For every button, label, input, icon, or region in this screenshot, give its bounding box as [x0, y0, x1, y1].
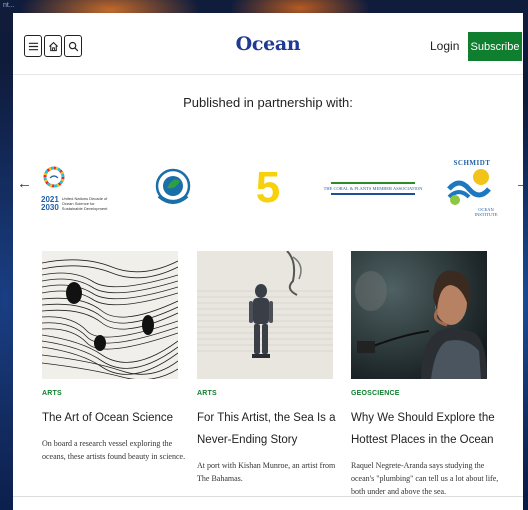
search-icon — [68, 41, 78, 51]
carousel-next-arrow[interactable]: → — [515, 175, 523, 192]
article-category[interactable]: ARTS — [197, 390, 335, 397]
article-description: At port with Kishan Munroe, an artist fr… — [197, 461, 336, 483]
article-description: On board a research vessel exploring the… — [42, 439, 186, 461]
article-image-line-drawing[interactable] — [42, 251, 178, 379]
search-button[interactable] — [64, 35, 82, 57]
partnership-heading: Published in partnership with: — [183, 95, 353, 110]
article-title[interactable]: For This Artist, the Sea Is a Never-Endi… — [197, 407, 347, 451]
partner-five[interactable]: 5 — [253, 148, 283, 228]
article-image-portrait[interactable] — [351, 251, 487, 379]
article-card[interactable]: ARTS The Art of Ocean Science On board a… — [42, 251, 185, 463]
site-header: Ocean Login Subscribe — [13, 13, 523, 75]
coral-logo-text: THE CORAL & PLANTS MEMBER ASSOCIATION — [323, 185, 423, 191]
line-art-illustration — [42, 259, 178, 379]
article-image-sculpture[interactable] — [197, 251, 333, 379]
article-title[interactable]: The Art of Ocean Science — [42, 407, 192, 429]
schmidt-logo-name: SCHMIDT — [453, 159, 491, 167]
sculpture-illustration — [197, 251, 333, 379]
partner-seeds-of-change[interactable] — [153, 148, 193, 228]
home-button[interactable] — [44, 35, 62, 57]
web-page: Ocean Login Subscribe Published in partn… — [13, 13, 523, 510]
article-title[interactable]: Why We Should Explore the Hottest Places… — [351, 407, 501, 451]
menu-icon — [28, 42, 38, 50]
login-link[interactable]: Login — [430, 39, 459, 53]
schmidt-logo-sub: OCEAN INSTITUTE — [474, 207, 498, 217]
un-decade-text: United Nations Decade of Ocean Science f… — [61, 196, 108, 211]
un-year-end: 2030 — [41, 202, 59, 212]
carousel-prev-arrow[interactable]: ← — [17, 175, 32, 192]
portrait-photo — [351, 251, 487, 379]
article-card[interactable]: GEOSCIENCE Why We Should Explore the Hot… — [351, 251, 498, 498]
seeds-of-change-logo — [155, 168, 191, 204]
un-decade-wheel-logo — [43, 166, 65, 187]
article-description: Raquel Negrete-Aranda says studying the … — [351, 461, 499, 496]
menu-button[interactable] — [24, 35, 42, 57]
site-logo[interactable]: Ocean — [236, 33, 301, 55]
article-card[interactable]: ARTS For This Artist, the Sea Is a Never… — [197, 251, 335, 485]
partner-schmidt-ocean[interactable]: SCHMIDT OCEAN INSTITUTE — [443, 148, 501, 228]
coral-logo-rule-blue — [331, 192, 415, 195]
home-icon — [48, 41, 58, 51]
article-category[interactable]: GEOSCIENCE — [351, 390, 489, 397]
five-logo: 5 — [255, 163, 281, 212]
coral-logo-rule-green — [331, 181, 415, 184]
partner-coral-association[interactable]: THE CORAL & PLANTS MEMBER ASSOCIATION — [324, 148, 422, 228]
footer-divider — [13, 496, 523, 497]
schmidt-wave-logo — [447, 169, 491, 205]
partner-un-ocean-decade[interactable]: 2021 2030 United Nations Decade of Ocean… — [41, 148, 113, 228]
subscribe-button[interactable]: Subscribe — [468, 32, 522, 61]
article-category[interactable]: ARTS — [42, 390, 180, 397]
loading-tab-label: nt... — [3, 2, 15, 9]
